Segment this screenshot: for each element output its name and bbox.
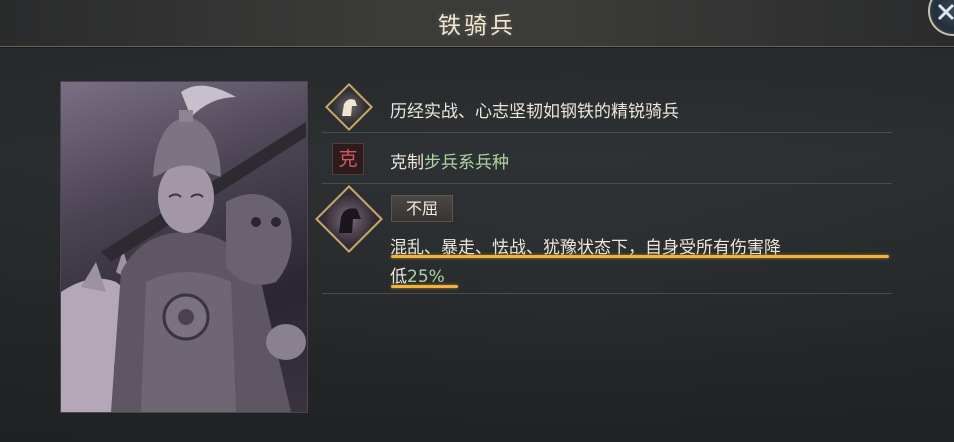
- counter-prefix: 克制: [390, 153, 424, 173]
- panel-header: 铁骑兵: [0, 0, 954, 47]
- divider: [322, 132, 892, 133]
- close-icon: [937, 3, 954, 21]
- skill-name-tag: 不屈: [391, 195, 453, 222]
- skill-highlight-underline: [391, 255, 889, 258]
- counter-text: 克制步兵系兵种: [390, 148, 509, 173]
- counter-badge: 克: [332, 143, 364, 175]
- skill-description-line2: 低25%: [390, 262, 445, 287]
- divider: [322, 183, 892, 184]
- unit-portrait: [60, 81, 308, 413]
- skill-desc-prefix: 低: [390, 267, 407, 287]
- dark-horse-icon: [339, 208, 361, 233]
- unit-description: 历经实战、心志坚韧如钢铁的精锐骑兵: [390, 102, 679, 122]
- skill-highlight-underline-2: [391, 285, 458, 288]
- horse-head-icon: [342, 99, 357, 116]
- page-title: 铁骑兵: [438, 13, 516, 39]
- counter-target: 步兵系兵种: [424, 153, 509, 173]
- skill-damage-value: 25%: [407, 267, 445, 287]
- divider: [322, 293, 892, 294]
